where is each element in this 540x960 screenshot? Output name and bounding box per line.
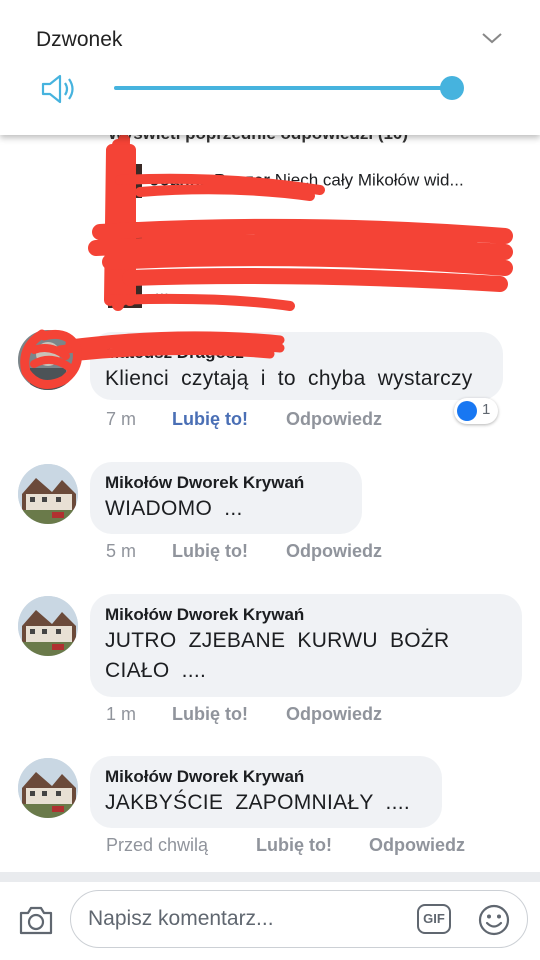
reply-preview[interactable]: E ... (108, 222, 520, 256)
avatar[interactable] (18, 330, 78, 390)
comment-bubble[interactable]: Mikołów Dworek Krywań WIADOMO ... (90, 462, 362, 534)
comment-time: 5 m (106, 541, 137, 561)
reply-text: ... (154, 280, 169, 300)
comment-bubble[interactable]: Mateusz Dragosz Klienci czytają i to chy… (90, 332, 503, 400)
comment-time: 7 m (106, 409, 137, 429)
comment-bubble[interactable]: Mikołów Dworek Krywań JAKBYŚCIE ZAPOMNIA… (90, 756, 442, 828)
comment-author[interactable]: Mikołów Dworek Krywań (105, 766, 426, 788)
gif-icon[interactable]: GIF (417, 904, 451, 934)
comment-author[interactable]: Mateusz Dragosz (105, 342, 487, 364)
reply-button[interactable]: Odpowiedz (286, 409, 382, 430)
thumbs-up-icon (457, 401, 477, 421)
comment-text: WIADOMO ... (105, 497, 243, 520)
reply-author: Joanna Puszer (150, 170, 270, 190)
reply-button[interactable]: Odpowiedz (286, 541, 382, 562)
like-button[interactable]: Lubię to! (172, 409, 248, 430)
comment-input[interactable] (70, 890, 528, 948)
volume-slider[interactable] (114, 76, 464, 100)
chevron-down-icon[interactable] (480, 28, 504, 48)
reply-avatar (108, 274, 142, 308)
reply-button[interactable]: Odpowiedz (369, 835, 465, 856)
volume-panel: Dzwonek (0, 0, 540, 135)
reply-preview[interactable]: ... (108, 274, 520, 308)
comment-bubble[interactable]: Mikołów Dworek Krywań JUTRO ZJEBANE KURW… (90, 594, 522, 697)
avatar[interactable] (18, 464, 78, 524)
volume-title: Dzwonek (36, 28, 123, 51)
speaker-icon[interactable] (40, 72, 80, 106)
comment-author[interactable]: Mikołów Dworek Krywań (105, 604, 506, 626)
comment-time: Przed chwilą (106, 835, 209, 855)
like-button[interactable]: Lubię to! (172, 704, 248, 725)
avatar[interactable] (18, 596, 78, 656)
comment-text: Klienci czytają i to chyba wystarczy (105, 367, 473, 390)
comment-text: JUTRO ZJEBANE KURWU BOŻR CIAŁO .... (105, 629, 450, 682)
reply-avatar (108, 164, 142, 198)
reaction-count-badge[interactable]: 1 (454, 398, 498, 424)
reaction-count: 1 (482, 401, 491, 418)
composer-divider (0, 872, 540, 882)
reply-text: ... (166, 228, 181, 248)
volume-slider-fill (114, 86, 452, 90)
reply-author: E (150, 228, 162, 248)
like-button[interactable]: Lubię to! (256, 835, 332, 856)
comment-time: 1 m (106, 704, 137, 724)
reply-preview[interactable]: Joanna Puszer Niech cały Mikołów wid... (108, 164, 520, 198)
comment-text: JAKBYŚCIE ZAPOMNIAŁY .... (105, 791, 411, 814)
emoji-icon[interactable] (478, 904, 510, 936)
comment-author[interactable]: Mikołów Dworek Krywań (105, 472, 346, 494)
like-button[interactable]: Lubię to! (172, 541, 248, 562)
volume-slider-thumb[interactable] (440, 76, 464, 100)
reply-button[interactable]: Odpowiedz (286, 704, 382, 725)
reply-text: Niech cały Mikołów wid... (274, 170, 464, 190)
camera-icon[interactable] (18, 904, 54, 936)
reply-avatar (108, 222, 142, 256)
comment-composer: GIF (0, 882, 540, 960)
avatar[interactable] (18, 758, 78, 818)
